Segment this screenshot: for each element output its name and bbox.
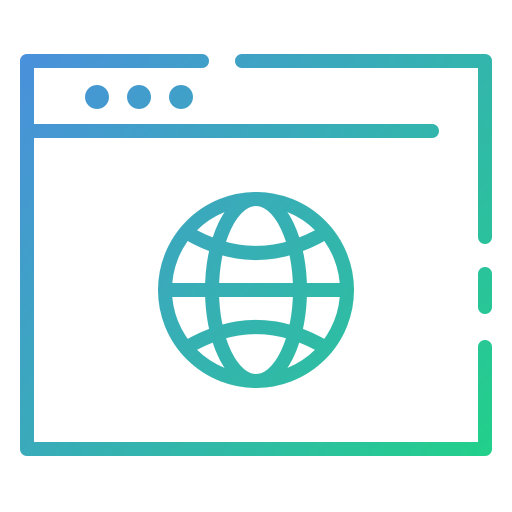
globe-upper-latitude [179,225,333,260]
window-control-dot [127,85,151,109]
window-control-dot [85,85,109,109]
window-controls [85,85,193,109]
globe-icon [158,192,354,388]
browser-globe-icon [0,0,512,512]
window-control-dot [169,85,193,109]
browser-globe-svg [20,54,492,456]
globe-lower-latitude [179,320,333,355]
